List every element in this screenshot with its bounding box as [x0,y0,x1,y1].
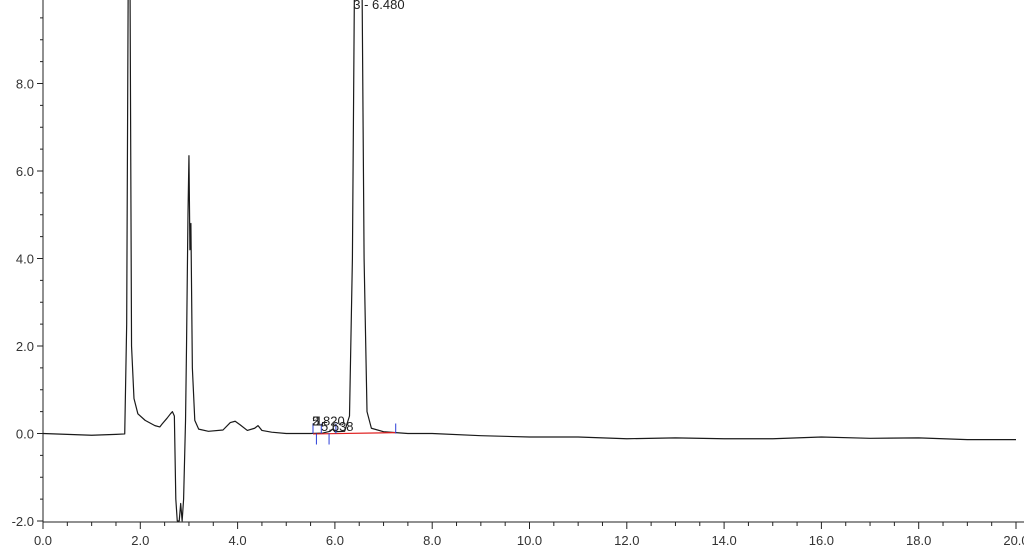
x-tick-label: 20.0 [1003,533,1024,548]
peak-label: 5.638 [321,419,354,434]
axes: 0.0 2.0 4.0 6.0 8.0 10.0 12.0 14.0 16.0 18.0 20.0 -… [12,0,1024,548]
x-tick-label: 8.0 [423,533,441,548]
x-tick-label: 14.0 [711,533,736,548]
x-tick-label: 6.0 [326,533,344,548]
x-tick-label: 12.0 [614,533,639,548]
y-tick-label: 2.0 [16,339,34,354]
x-tick-label: 2.0 [131,533,149,548]
peak-label: 3 - 6.480 [353,0,404,12]
y-tick-label: 4.0 [16,252,34,267]
x-tick-label: 16.0 [809,533,834,548]
series-layer [43,0,1016,522]
y-tick-label: 6.0 [16,164,34,179]
x-tick-label: 0.0 [34,533,52,548]
x-tick-label: 4.0 [229,533,247,548]
x-tick-label: 18.0 [906,533,931,548]
y-tick-label: -2.0 [12,514,34,529]
y-tick-label: 8.0 [16,77,34,92]
series-line-0 [43,0,1016,522]
annotation-layer: 3 - 6.480125.8205.638 [312,0,405,445]
chromatogram-chart: 0.0 2.0 4.0 6.0 8.0 10.0 12.0 14.0 16.0 18.0 20.0 -… [12,0,1024,548]
x-tick-label: 10.0 [517,533,542,548]
y-tick-label: 0.0 [16,427,34,442]
